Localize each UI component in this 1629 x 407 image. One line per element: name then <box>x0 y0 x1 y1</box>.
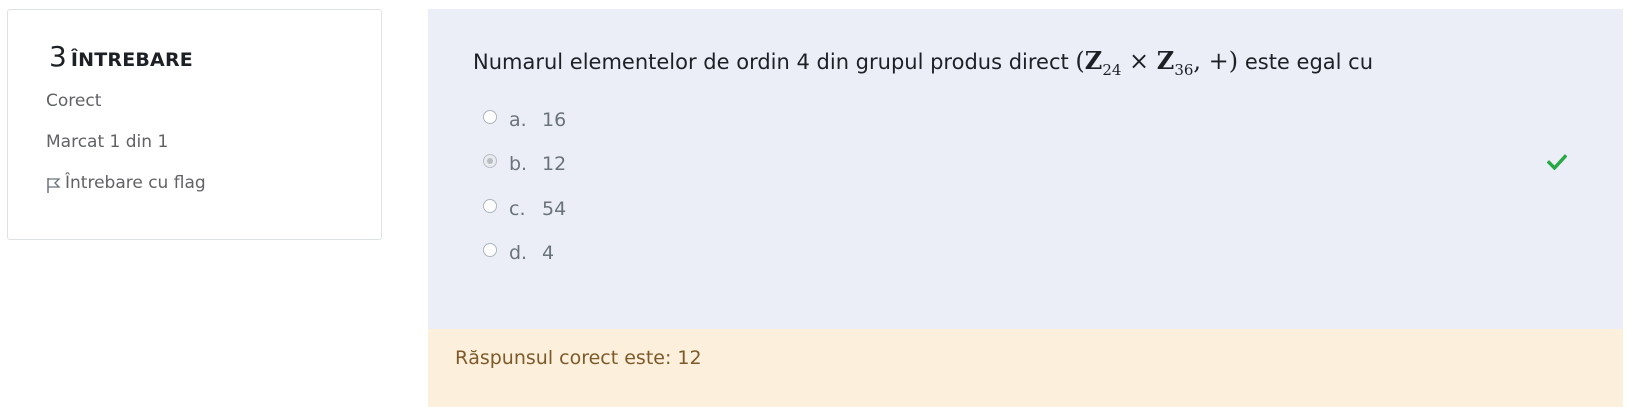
correct-answer-text: Răspunsul corect este: 12 <box>455 347 702 369</box>
option-letter: a. <box>509 109 527 131</box>
flag-question-label: Întrebare cu flag <box>65 173 206 193</box>
math-times: × <box>1121 47 1157 75</box>
option-value: 12 <box>542 153 567 175</box>
math-z36-subscript: 36 <box>1174 60 1194 79</box>
answer-option-c[interactable]: c. 54 <box>483 198 566 220</box>
question-text-end: este egal cu <box>1238 50 1374 74</box>
radio-b-selected[interactable] <box>483 154 497 168</box>
question-title: 3 ÎNTREBARE <box>49 40 193 73</box>
option-value: 16 <box>542 109 567 131</box>
question-number: 3 <box>49 40 67 73</box>
question-math: (Z24 × Z36, +) <box>1075 46 1239 79</box>
option-letter: b. <box>509 153 528 175</box>
math-z24-subscript: 24 <box>1102 60 1122 79</box>
answer-option-d[interactable]: d. 4 <box>483 242 554 264</box>
option-letter: d. <box>509 242 528 264</box>
check-icon <box>1547 154 1567 170</box>
question-status: Corect <box>46 91 102 111</box>
flag-question-link[interactable]: Întrebare cu flag <box>46 172 206 194</box>
radio-d[interactable] <box>483 243 497 257</box>
math-operation: , +) <box>1193 47 1239 75</box>
option-value: 54 <box>542 198 567 220</box>
math-open-paren: ( <box>1075 47 1085 75</box>
radio-a[interactable] <box>483 110 497 124</box>
question-text: Numarul elementelor de ordin 4 din grupu… <box>473 46 1373 79</box>
radio-c[interactable] <box>483 199 497 213</box>
math-z36-symbol: Z <box>1156 46 1175 75</box>
question-info-card: 3 ÎNTREBARE Corect Marcat 1 din 1 Întreba… <box>7 9 382 240</box>
question-text-start: Numarul elementelor de ordin 4 din grupu… <box>473 50 1076 74</box>
question-grade: Marcat 1 din 1 <box>46 132 169 152</box>
question-panel: Numarul elementelor de ordin 4 din grupu… <box>428 9 1623 329</box>
flag-icon <box>47 178 61 193</box>
answer-option-a[interactable]: a. 16 <box>483 109 566 131</box>
question-label: ÎNTREBARE <box>70 49 193 71</box>
option-value: 4 <box>542 242 555 264</box>
answer-option-b[interactable]: b. 12 <box>483 153 566 175</box>
math-z24-symbol: Z <box>1084 46 1103 75</box>
feedback-panel: Răspunsul corect este: 12 <box>428 329 1623 407</box>
option-letter: c. <box>509 198 526 220</box>
